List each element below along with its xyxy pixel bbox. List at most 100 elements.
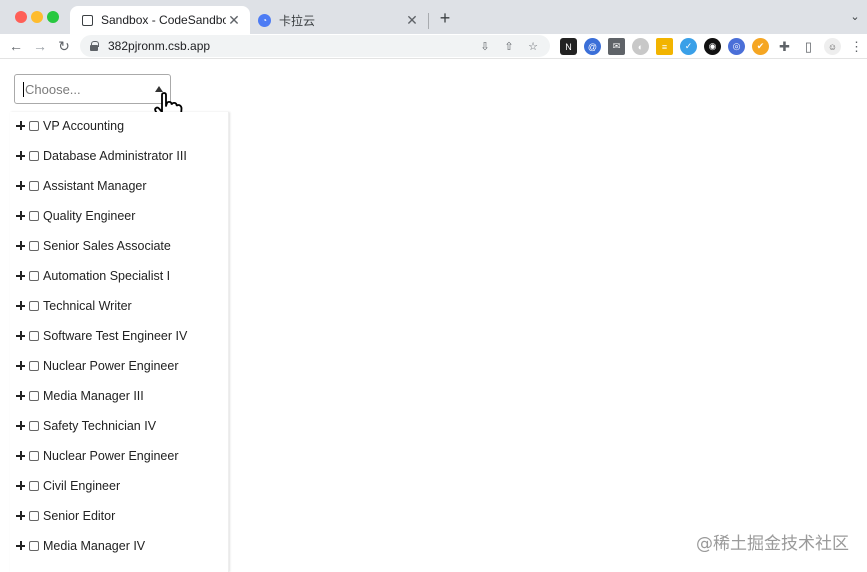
- extension-icon[interactable]: ✔: [752, 38, 769, 55]
- expand-plus-icon[interactable]: [16, 361, 26, 371]
- extension-icon[interactable]: ≡: [656, 38, 673, 55]
- expand-plus-icon[interactable]: [16, 331, 26, 341]
- more-menu-icon[interactable]: ⋮: [848, 38, 865, 55]
- tree-checkbox[interactable]: [29, 421, 39, 431]
- expand-plus-icon[interactable]: [16, 391, 26, 401]
- tree-item[interactable]: Safety Technician IV: [16, 416, 156, 436]
- expand-plus-icon[interactable]: [16, 241, 26, 251]
- extension-icon[interactable]: @: [584, 38, 601, 55]
- install-icon[interactable]: ⇩: [478, 39, 492, 53]
- expand-plus-icon[interactable]: [16, 271, 26, 281]
- tree-checkbox[interactable]: [29, 451, 39, 461]
- tree-item-label[interactable]: Software Test Engineer IV: [43, 329, 187, 343]
- tree-item[interactable]: Quality Engineer: [16, 206, 135, 226]
- expand-plus-icon[interactable]: [16, 121, 26, 131]
- back-arrow-icon[interactable]: ←: [8, 38, 24, 54]
- tree-checkbox[interactable]: [29, 121, 39, 131]
- tree-checkbox[interactable]: [29, 271, 39, 281]
- share-icon[interactable]: ⇧: [502, 39, 516, 53]
- expand-plus-icon[interactable]: [16, 481, 26, 491]
- tree-checkbox[interactable]: [29, 541, 39, 551]
- extension-icon[interactable]: ✓: [680, 38, 697, 55]
- url-text[interactable]: 382pjronm.csb.app: [108, 39, 478, 53]
- tree-item-label[interactable]: Technical Writer: [43, 299, 132, 313]
- expand-plus-icon[interactable]: [16, 151, 26, 161]
- close-tab-icon[interactable]: ✕: [404, 12, 420, 28]
- tree-checkbox[interactable]: [29, 481, 39, 491]
- tree-item[interactable]: Software Test Engineer IV: [16, 326, 187, 346]
- maximize-window-button[interactable]: [47, 11, 59, 23]
- tree-item-label[interactable]: Automation Specialist I: [43, 269, 170, 283]
- side-panel-icon[interactable]: ▯: [800, 38, 817, 55]
- tree-item[interactable]: Senior Sales Associate: [16, 236, 171, 256]
- tab-kalayun[interactable]: ◔ 卡拉云 ✕: [250, 6, 428, 34]
- bookmark-star-icon[interactable]: ☆: [526, 39, 540, 53]
- forward-arrow-icon[interactable]: →: [32, 38, 48, 54]
- watermark-text: @稀土掘金技术社区: [696, 534, 849, 554]
- tree-item-label[interactable]: VP Accounting: [43, 119, 124, 133]
- puzzle-extensions-icon[interactable]: ✚: [776, 38, 793, 55]
- tree-item-label[interactable]: Assistant Manager: [43, 179, 147, 193]
- tab-search-chevron-icon[interactable]: ⌄: [848, 10, 862, 24]
- tree-select-input[interactable]: Choose...: [14, 74, 171, 104]
- tree-item-label[interactable]: Senior Editor: [43, 509, 115, 523]
- extension-icon[interactable]: ◉: [704, 38, 721, 55]
- notion-extension-icon[interactable]: N: [560, 38, 577, 55]
- tree-checkbox[interactable]: [29, 301, 39, 311]
- tree-item[interactable]: Media Manager III: [16, 386, 144, 406]
- tree-item[interactable]: Technical Writer: [16, 296, 132, 316]
- tree-checkbox[interactable]: [29, 511, 39, 521]
- address-bar[interactable]: 382pjronm.csb.app ⇩ ⇧ ☆: [80, 35, 550, 57]
- extension-icon[interactable]: ◎: [728, 38, 745, 55]
- expand-plus-icon[interactable]: [16, 541, 26, 551]
- tree-checkbox[interactable]: [29, 331, 39, 341]
- tree-item-label[interactable]: Quality Engineer: [43, 209, 135, 223]
- tree-item-label[interactable]: Media Manager III: [43, 389, 144, 403]
- tab-divider: [428, 13, 429, 29]
- select-placeholder[interactable]: Choose...: [25, 82, 81, 97]
- expand-plus-icon[interactable]: [16, 301, 26, 311]
- tab-title: Sandbox - CodeSandbox: [101, 13, 226, 27]
- tree-item-label[interactable]: Senior Sales Associate: [43, 239, 171, 253]
- new-tab-button[interactable]: +: [436, 9, 454, 27]
- reload-icon[interactable]: ↻: [56, 38, 72, 54]
- extension-icon[interactable]: ◐: [632, 38, 649, 55]
- expand-plus-icon[interactable]: [16, 451, 26, 461]
- browser-toolbar: ← → ↻ 382pjronm.csb.app ⇩ ⇧ ☆ N @ ✉ ◐ ≡ …: [0, 34, 867, 59]
- text-caret: [23, 81, 24, 97]
- tree-checkbox[interactable]: [29, 181, 39, 191]
- tree-dropdown-list[interactable]: VP Accounting Database Administrator III…: [10, 112, 229, 572]
- tree-item[interactable]: Nuclear Power Engineer: [16, 446, 179, 466]
- expand-plus-icon[interactable]: [16, 421, 26, 431]
- tree-item-label[interactable]: Civil Engineer: [43, 479, 120, 493]
- tree-item[interactable]: Nuclear Power Engineer: [16, 356, 179, 376]
- tree-item[interactable]: Media Manager IV: [16, 536, 145, 556]
- expand-plus-icon[interactable]: [16, 511, 26, 521]
- tree-item[interactable]: Assistant Manager: [16, 176, 147, 196]
- tree-item[interactable]: Civil Engineer: [16, 476, 120, 496]
- mail-extension-icon[interactable]: ✉: [608, 38, 625, 55]
- profile-avatar[interactable]: ☺: [824, 38, 841, 55]
- tree-item[interactable]: Automation Specialist I: [16, 266, 170, 286]
- codesandbox-icon: [82, 14, 93, 26]
- tab-codesandbox[interactable]: Sandbox - CodeSandbox ✕: [70, 6, 250, 34]
- tree-item-label[interactable]: Database Administrator III: [43, 149, 187, 163]
- tree-item-label[interactable]: Nuclear Power Engineer: [43, 449, 179, 463]
- tree-item-label[interactable]: Safety Technician IV: [43, 419, 156, 433]
- tree-item-label[interactable]: Nuclear Power Engineer: [43, 359, 179, 373]
- tree-item[interactable]: Database Administrator III: [16, 146, 187, 166]
- expand-plus-icon[interactable]: [16, 211, 26, 221]
- tree-item[interactable]: Senior Editor: [16, 506, 115, 526]
- tree-checkbox[interactable]: [29, 151, 39, 161]
- tree-checkbox[interactable]: [29, 241, 39, 251]
- close-tab-icon[interactable]: ✕: [226, 12, 242, 28]
- close-window-button[interactable]: [15, 11, 27, 23]
- tree-checkbox[interactable]: [29, 391, 39, 401]
- tree-checkbox[interactable]: [29, 211, 39, 221]
- expand-plus-icon[interactable]: [16, 181, 26, 191]
- lock-icon[interactable]: [90, 41, 99, 51]
- minimize-window-button[interactable]: [31, 11, 43, 23]
- tree-item-label[interactable]: Media Manager IV: [43, 539, 145, 553]
- tree-checkbox[interactable]: [29, 361, 39, 371]
- tree-item[interactable]: VP Accounting: [16, 116, 124, 136]
